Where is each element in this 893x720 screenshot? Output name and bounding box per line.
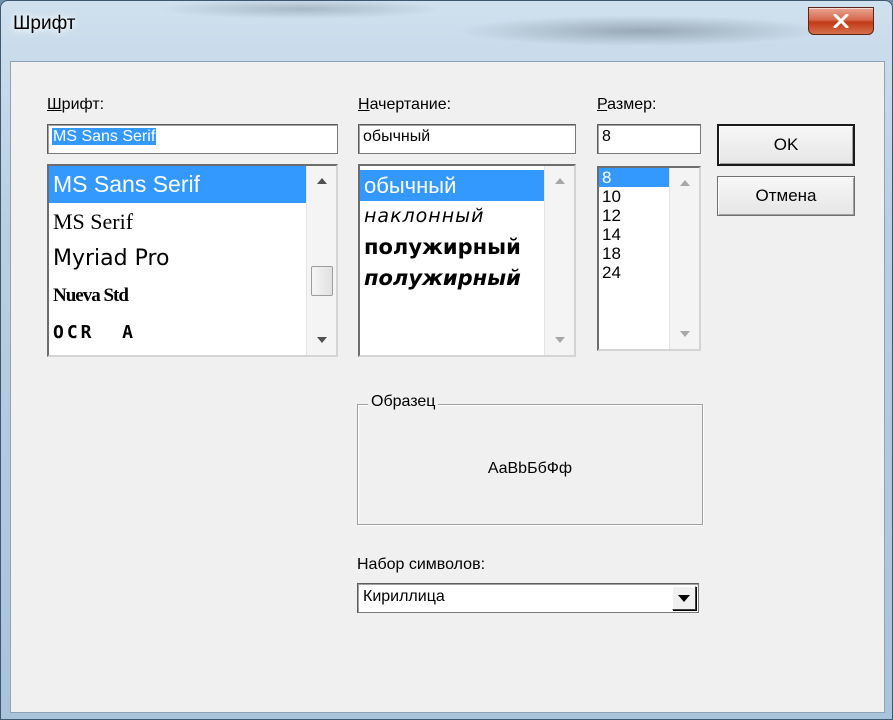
- scroll-up-button[interactable]: [307, 166, 336, 196]
- cancel-button[interactable]: Отмена: [717, 176, 855, 216]
- font-list-item-selected[interactable]: MS Sans Serif: [49, 166, 306, 203]
- size-list-scrollbar[interactable]: [669, 168, 699, 349]
- sample-preview-text: AaBbБбФф: [487, 460, 573, 477]
- style-list-item[interactable]: полужирный: [360, 232, 544, 263]
- size-list-item[interactable]: 10: [599, 187, 669, 206]
- scroll-up-arrow-icon: [679, 180, 690, 186]
- font-list-item[interactable]: OCR A: [49, 314, 306, 351]
- font-list-item[interactable]: MS Serif: [49, 203, 306, 240]
- scroll-up-button[interactable]: [545, 166, 574, 196]
- scroll-down-arrow-icon: [554, 337, 565, 343]
- style-label: Начертание:: [358, 96, 452, 113]
- charset-dropdown-button[interactable]: [672, 586, 696, 610]
- style-list-scrollbar[interactable]: [544, 166, 574, 355]
- style-list-item-selected[interactable]: обычный: [360, 170, 544, 201]
- close-icon: [833, 14, 849, 28]
- font-label: Шрифт:: [47, 96, 105, 113]
- font-list-item[interactable]: Nueva Std: [49, 277, 306, 314]
- dialog-title: Шрифт: [13, 13, 76, 34]
- scroll-down-arrow-icon: [679, 331, 690, 337]
- dialog-window-frame: Шрифт Шрифт: MS Sans Serif MS Sans Serif…: [0, 0, 893, 720]
- scroll-down-button[interactable]: [545, 325, 574, 355]
- size-list-item[interactable]: 14: [599, 225, 669, 244]
- scroll-up-arrow-icon: [316, 178, 327, 184]
- font-name-value: MS Sans Serif: [52, 128, 157, 145]
- font-list[interactable]: MS Sans Serif MS Serif Myriad Pro Nueva …: [47, 164, 338, 357]
- ok-button[interactable]: OK: [717, 124, 855, 166]
- scroll-up-button[interactable]: [670, 168, 699, 198]
- style-list-item[interactable]: наклонный: [360, 201, 544, 232]
- dialog-client-area: Шрифт: MS Sans Serif MS Sans Serif MS Se…: [10, 61, 885, 713]
- size-list[interactable]: 8 10 12 14 18 24: [597, 166, 701, 351]
- font-list-scrollbar[interactable]: [306, 166, 336, 355]
- chevron-down-icon: [678, 594, 690, 602]
- style-list[interactable]: обычный наклонный полужирный полужирный: [358, 164, 576, 357]
- font-name-input[interactable]: MS Sans Serif: [47, 124, 338, 154]
- sample-groupbox: Образец AaBbБбФф: [357, 393, 703, 525]
- style-input[interactable]: обычный: [358, 124, 576, 154]
- charset-label: Набор символов:: [357, 556, 486, 573]
- scroll-down-button[interactable]: [307, 325, 336, 355]
- charset-value: Кириллица: [363, 588, 445, 605]
- size-value: 8: [602, 128, 611, 145]
- size-label: Размер:: [597, 96, 657, 113]
- style-list-item[interactable]: полужирный: [360, 263, 544, 294]
- font-list-item[interactable]: Myriad Pro: [49, 240, 306, 277]
- size-list-item[interactable]: 12: [599, 206, 669, 225]
- scroll-down-arrow-icon: [316, 337, 327, 343]
- size-input[interactable]: 8: [597, 124, 701, 154]
- close-button[interactable]: [808, 7, 874, 35]
- scroll-down-button[interactable]: [670, 319, 699, 349]
- size-list-item[interactable]: 24: [599, 263, 669, 282]
- charset-select[interactable]: Кириллица: [357, 583, 699, 613]
- style-value: обычный: [363, 128, 431, 145]
- size-list-item[interactable]: 18: [599, 244, 669, 263]
- scroll-up-arrow-icon: [554, 178, 565, 184]
- size-list-item-selected[interactable]: 8: [599, 168, 669, 187]
- scroll-thumb[interactable]: [311, 266, 333, 296]
- sample-legend: Образец: [368, 393, 439, 411]
